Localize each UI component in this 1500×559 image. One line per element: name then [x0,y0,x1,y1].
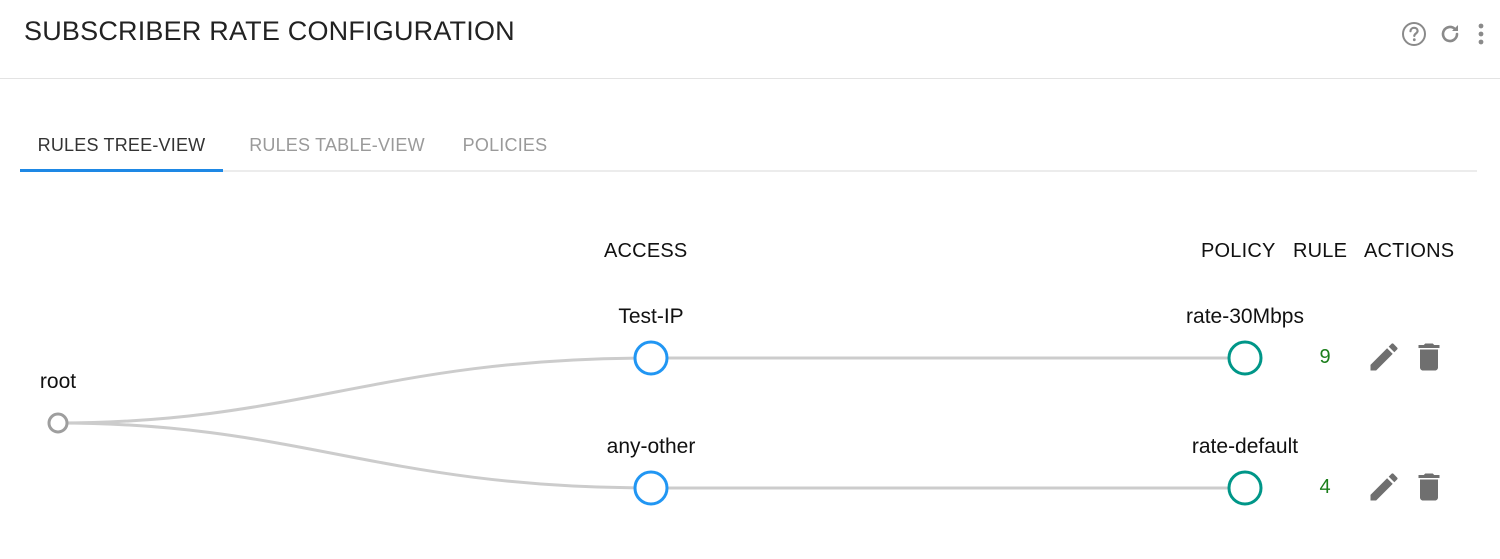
link-root-test-ip [57,356,652,425]
root-label: root [39,370,77,393]
link-root-any-other [57,421,652,490]
edit-icon[interactable] [1366,469,1402,510]
column-header-policy: POLICY [1201,240,1276,262]
root-node[interactable] [47,412,69,434]
delete-icon[interactable] [1411,339,1447,380]
access-label: Test-IP [618,305,684,328]
column-header-actions: ACTIONS [1364,240,1455,262]
policy-node-rate-30mbps[interactable] [1227,340,1263,376]
policy-node-rate-default[interactable] [1227,470,1263,506]
access-node-any-other[interactable] [633,470,669,506]
column-header-access: ACCESS [604,240,688,262]
delete-icon[interactable] [1411,469,1447,510]
access-label: any-other [606,435,696,458]
policy-label: rate-default [1191,435,1299,458]
column-header-rule: RULE [1293,240,1348,262]
policy-label: rate-30Mbps [1186,305,1304,328]
tree-links [47,340,1263,506]
rule-number: 4 [1319,476,1331,498]
rules-tree: ACCESS POLICY RULE ACTIONS root Test-IP … [0,0,1500,559]
access-node-test-ip[interactable] [633,340,669,376]
edit-icon[interactable] [1366,339,1402,380]
rule-number: 9 [1319,346,1331,368]
